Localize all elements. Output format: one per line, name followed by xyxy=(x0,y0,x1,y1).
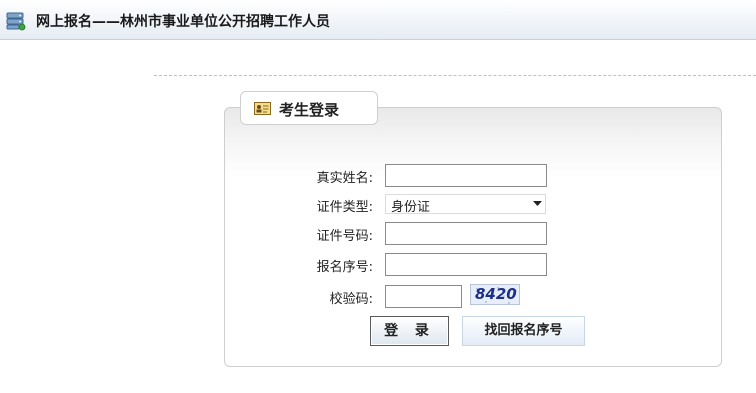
captcha-text: 8420 xyxy=(475,285,517,303)
captcha-label: 校验码: xyxy=(329,292,373,307)
id-card-icon xyxy=(254,102,271,115)
name-label: 真实姓名: xyxy=(316,171,373,186)
name-input[interactable] xyxy=(385,164,547,187)
find-reg-number-button[interactable]: 找回报名序号 xyxy=(462,316,585,346)
reg-number-input[interactable] xyxy=(385,253,547,276)
id-type-label: 证件类型: xyxy=(316,200,373,215)
login-button[interactable]: 登 录 xyxy=(370,316,449,346)
server-icon xyxy=(6,12,26,31)
id-number-input[interactable] xyxy=(385,222,547,245)
divider xyxy=(154,75,756,76)
id-number-label: 证件号码: xyxy=(316,229,373,244)
reg-number-label: 报名序号: xyxy=(316,260,373,275)
page-title: 网上报名——林州市事业单位公开招聘工作人员 xyxy=(36,14,330,30)
captcha-image[interactable]: 8420 xyxy=(470,284,520,305)
captcha-input[interactable] xyxy=(385,285,462,308)
id-type-select[interactable]: 身份证 xyxy=(385,194,546,215)
login-panel-tab: 考生登录 xyxy=(240,91,378,125)
panel-title: 考生登录 xyxy=(279,101,340,119)
page-header: 网上报名——林州市事业单位公开招聘工作人员 xyxy=(0,0,756,40)
id-type-value: 身份证 xyxy=(391,200,431,215)
chevron-down-icon xyxy=(533,201,542,206)
